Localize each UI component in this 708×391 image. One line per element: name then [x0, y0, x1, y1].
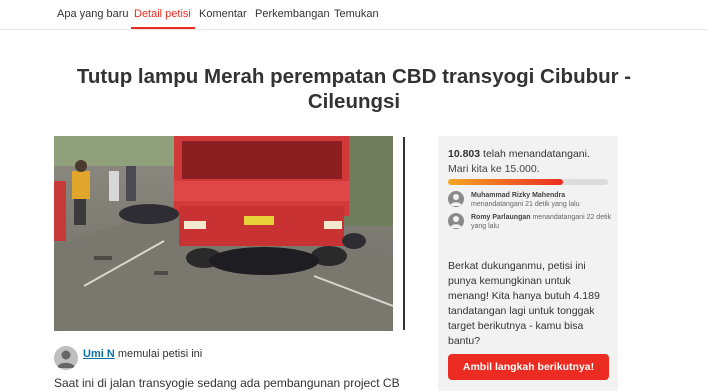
- recent-signer-text: Romy Parlaungan menandatangani 22 detik …: [471, 213, 621, 231]
- support-pitch: Berkat dukunganmu, petisi ini punya kemu…: [448, 260, 600, 347]
- recent-signer: Romy Parlaungan menandatangani 22 detik …: [448, 213, 618, 235]
- signature-panel: 10.803 telah menandatangani. Mari kita k…: [438, 136, 618, 391]
- progress-bar: [448, 179, 608, 185]
- tab-temukan[interactable]: Temukan: [334, 8, 379, 20]
- tab-komentar[interactable]: Komentar: [199, 8, 247, 20]
- signer-meta: menandatangani 21 detik yang lalu: [471, 201, 580, 208]
- petition-title: Tutup lampu Merah perempatan CBD transyo…: [76, 64, 632, 113]
- active-tab-indicator: [131, 27, 195, 29]
- petition-photo[interactable]: [54, 136, 393, 331]
- recent-signer: Muhammad Rizky Mahendra menandatangani 21…: [448, 191, 618, 213]
- signer-name: Romy Parlaungan: [471, 214, 531, 221]
- user-icon: [57, 350, 75, 368]
- signature-count: 10.803 telah menandatangani.: [448, 148, 590, 160]
- photo-divider: [403, 137, 405, 330]
- accident-scene-image: [54, 136, 393, 331]
- user-icon: [450, 194, 462, 206]
- progress-bar-fill: [448, 179, 564, 185]
- user-icon: [450, 216, 462, 228]
- avatar: [448, 213, 464, 229]
- tab-perkembangan[interactable]: Perkembangan: [255, 8, 330, 20]
- signed-suffix: telah menandatangani.: [480, 148, 590, 160]
- starter-line: Umi N memulai petisi ini: [83, 348, 202, 360]
- recent-signer-text: Muhammad Rizky Mahendra menandatangani 21…: [471, 191, 621, 209]
- starter-action: memulai petisi ini: [114, 348, 203, 360]
- avatar[interactable]: [54, 346, 78, 370]
- avatar: [448, 191, 464, 207]
- signature-goal: Mari kita ke 15.000.: [448, 163, 540, 175]
- tab-apa-yang-baru[interactable]: Apa yang baru: [57, 8, 129, 20]
- starter-name-link[interactable]: Umi N: [83, 348, 115, 360]
- next-step-button[interactable]: Ambil langkah berikutnya!: [448, 354, 609, 380]
- petition-body-teaser: Saat ini di jalan transyogie sedang ada …: [54, 376, 399, 390]
- petition-tab-bar: Apa yang baru Detail petisi Komentar Per…: [0, 0, 708, 30]
- signer-name: Muhammad Rizky Mahendra: [471, 192, 566, 199]
- tab-detail-petisi[interactable]: Detail petisi: [134, 8, 191, 20]
- signed-number: 10.803: [448, 148, 481, 160]
